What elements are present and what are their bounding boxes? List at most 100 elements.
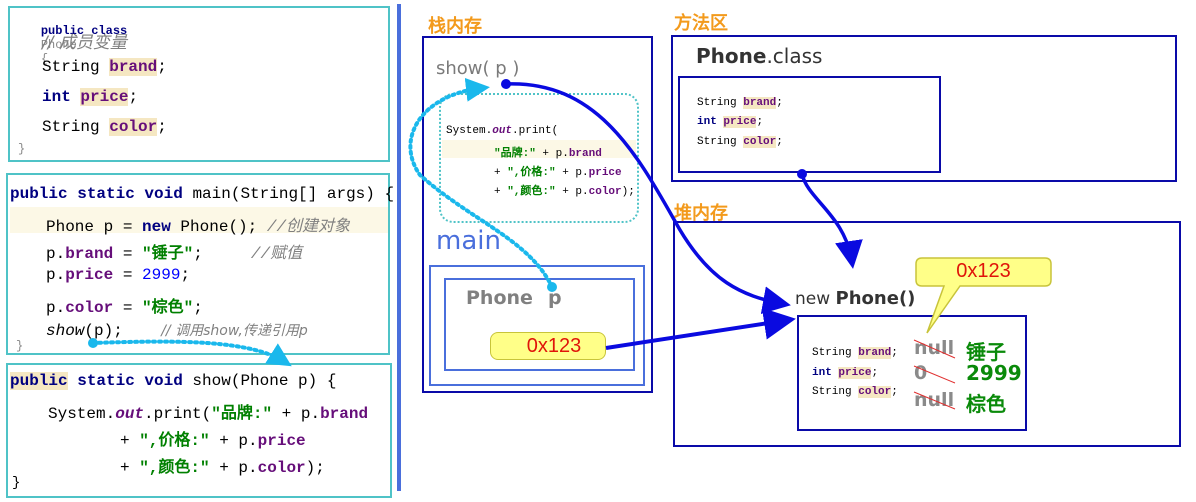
- field-type: String: [697, 136, 737, 148]
- field-type: String: [42, 58, 100, 76]
- code-comment: // 调用show,传递引用p: [161, 323, 308, 339]
- code-token: brand: [65, 245, 114, 263]
- code-token: ;: [193, 299, 203, 317]
- code-token: ;: [180, 266, 191, 284]
- class-file-label: Phone.class: [696, 44, 822, 68]
- method-area-title: 方法区: [674, 13, 728, 34]
- class-field-color: String color;: [697, 136, 783, 148]
- new-keyword: new: [795, 289, 831, 309]
- code-token: =: [113, 245, 143, 263]
- code-token: System.: [48, 405, 116, 423]
- code-token: Phone();: [170, 218, 267, 236]
- field-type: String: [812, 386, 852, 398]
- show-frame-code-4: + ",颜色:" + p.color);: [494, 182, 635, 198]
- code-string: ",颜色:": [507, 186, 556, 198]
- code-token: static void: [67, 372, 183, 390]
- default-value-color: null: [914, 389, 955, 411]
- code-token: .print(: [512, 125, 559, 137]
- code-token: System.: [446, 125, 493, 137]
- code-token: (p);: [84, 322, 123, 340]
- main-line-color: p.color = "棕色";: [46, 293, 203, 317]
- code-string: ",价格:": [507, 167, 556, 179]
- code-token: show: [46, 322, 85, 340]
- show-signature: public static void show(Phone p) {: [10, 372, 336, 390]
- code-token: price: [588, 167, 622, 179]
- field-name: brand: [858, 347, 892, 359]
- class-file-extension: .class: [766, 44, 823, 68]
- code-token: +: [494, 186, 508, 198]
- show-line-2: + ",价格:" + p.price: [120, 426, 306, 450]
- code-token: +: [120, 432, 140, 450]
- main-name: main(String[] args) {: [192, 185, 395, 203]
- field-line-color: String color;: [42, 118, 167, 136]
- heap-object-address: 0x123: [956, 260, 1011, 282]
- field-line-price: int price;: [42, 88, 139, 106]
- code-token: color: [65, 299, 114, 317]
- variable-type-label: Phone: [466, 287, 533, 309]
- vertical-divider: [397, 4, 401, 491]
- code-token: new: [142, 218, 171, 236]
- code-token: brand: [320, 405, 369, 423]
- code-token: p.: [46, 299, 66, 317]
- field-name: brand: [109, 58, 158, 76]
- field-type: String: [697, 97, 737, 109]
- show-frame-code-3: + ",价格:" + p.price: [494, 163, 622, 179]
- code-token: +: [494, 167, 508, 179]
- object-field-price: int price;: [812, 367, 879, 379]
- main-line-new: Phone p = new Phone(); //创建对象: [46, 212, 350, 236]
- show-method-code-box: public static void show(Phone p) { Syste…: [6, 363, 392, 498]
- main-line-price: p.price = 2999;: [46, 266, 190, 284]
- field-type: int: [697, 116, 717, 128]
- code-token: + p.: [272, 405, 321, 423]
- show-frame-code-1: System.out.print(: [446, 125, 558, 137]
- show-close-brace: }: [12, 475, 21, 491]
- field-line-brand: String brand;: [42, 58, 167, 76]
- code-string: "锤子": [142, 245, 194, 263]
- main-line-brand: p.brand = "锤子"; //赋值: [46, 239, 302, 263]
- code-token: color: [588, 186, 622, 198]
- field-name: brand: [743, 97, 777, 109]
- code-token: out: [115, 405, 145, 423]
- class-file-name: Phone: [696, 44, 767, 68]
- field-name: color: [743, 136, 777, 148]
- code-string: ",颜色:": [139, 459, 210, 477]
- code-token: public: [10, 372, 68, 390]
- code-token: p.: [46, 266, 66, 284]
- code-token: +: [120, 459, 140, 477]
- code-token: p.: [46, 245, 66, 263]
- field-name: price: [723, 116, 757, 128]
- object-field-brand: String brand;: [812, 347, 898, 359]
- field-type: String: [812, 347, 852, 359]
- class-field-brand: String brand;: [697, 97, 783, 109]
- code-token: ;: [193, 245, 203, 263]
- code-token: brand: [568, 148, 602, 160]
- code-string: "品牌:": [211, 405, 273, 423]
- code-token: + p.: [555, 186, 589, 198]
- assigned-value-color: 棕色: [966, 392, 1006, 416]
- stack-title: 栈内存: [428, 16, 482, 37]
- code-comment: //创建对象: [266, 218, 351, 236]
- code-token: show(Phone p) {: [182, 372, 337, 390]
- main-close-brace: }: [16, 339, 24, 353]
- code-token: .print(: [144, 405, 212, 423]
- field-type: int: [812, 367, 832, 379]
- show-line-1: System.out.print("品牌:" + p.brand: [48, 399, 368, 423]
- code-token: price: [65, 266, 114, 284]
- class-field-price: int price;: [697, 116, 764, 128]
- code-token: + p.: [209, 459, 258, 477]
- show-line-3: + ",颜色:" + p.color);: [120, 453, 325, 477]
- main-line-show-call: show(p); // 调用show,传递引用p: [46, 320, 308, 340]
- main-method-code-box: public static void main(String[] args) {…: [6, 173, 394, 355]
- code-token: out: [492, 125, 513, 137]
- object-field-color: String color;: [812, 386, 898, 398]
- code-token: =: [113, 299, 143, 317]
- code-token: Phone p =: [46, 218, 143, 236]
- code-token: =: [113, 266, 143, 284]
- code-token: color: [257, 459, 306, 477]
- default-value-price: 0: [914, 362, 928, 384]
- code-string: "棕色": [142, 299, 194, 317]
- member-comment: // 成员变量: [42, 33, 127, 53]
- code-comment: //赋值: [250, 245, 303, 263]
- stack-reference-value: 0x123: [490, 332, 606, 360]
- code-string: ",价格:": [139, 432, 210, 450]
